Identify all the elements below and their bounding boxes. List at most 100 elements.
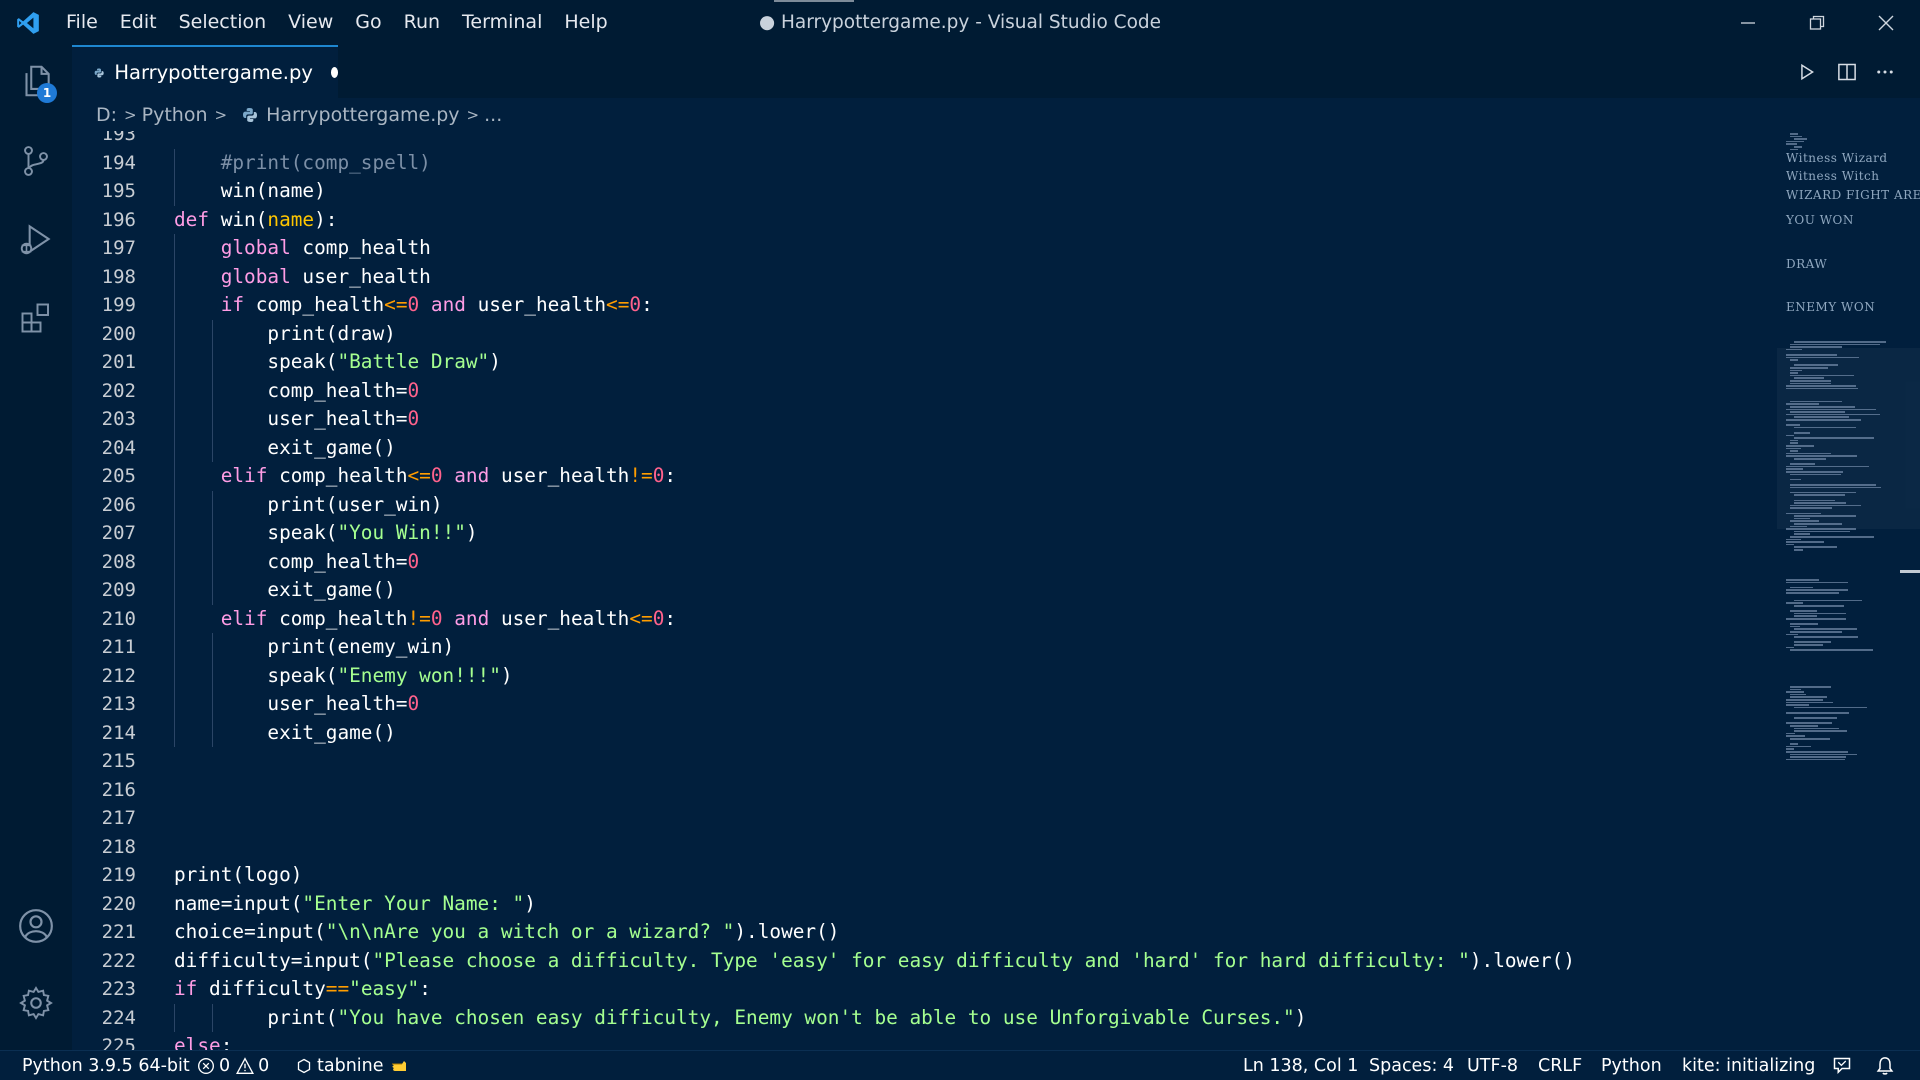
- play-icon: [1801, 63, 1814, 80]
- encoding[interactable]: UTF-8: [1467, 1051, 1518, 1080]
- breadcrumb-folder[interactable]: Python: [142, 104, 208, 126]
- notifications-button[interactable]: [1875, 1051, 1895, 1080]
- code-text: if difficulty=="easy":: [174, 977, 431, 1000]
- minimap-row: [1786, 455, 1857, 457]
- code-line[interactable]: 204 exit_game(): [72, 433, 1777, 462]
- kite-status[interactable]: kite: initializing: [1682, 1051, 1815, 1080]
- menu-terminal[interactable]: Terminal: [451, 0, 553, 45]
- code-line[interactable]: 215: [72, 747, 1777, 776]
- menu-selection[interactable]: Selection: [168, 0, 278, 45]
- code-line[interactable]: 210 elif comp_health!=0 and user_health<…: [72, 604, 1777, 633]
- menu-go[interactable]: Go: [344, 0, 392, 45]
- unsaved-dot-icon[interactable]: [330, 67, 338, 78]
- more-actions-button[interactable]: [1865, 45, 1905, 98]
- minimap-row: [1794, 599, 1862, 602]
- manage-button[interactable]: [0, 967, 72, 1039]
- scrollbar-thumb[interactable]: [1900, 570, 1920, 573]
- minimap-row: [1794, 549, 1803, 551]
- code-line[interactable]: 224 print("You have chosen easy difficul…: [72, 1003, 1777, 1032]
- code-line[interactable]: 207 speak("You Win!!"): [72, 519, 1777, 548]
- line-number: 204: [101, 436, 136, 459]
- code-line[interactable]: 205 elif comp_health<=0 and user_health!…: [72, 462, 1777, 491]
- breadcrumb-file[interactable]: Harrypottergame.py: [266, 104, 459, 126]
- explorer-button[interactable]: 1: [0, 45, 72, 117]
- code-line[interactable]: 198 global user_health: [72, 262, 1777, 291]
- minimap-row: [1786, 735, 1805, 737]
- code-line[interactable]: 193: [72, 131, 1777, 149]
- minimap-row: [1790, 380, 1831, 382]
- code-line[interactable]: 217: [72, 804, 1777, 833]
- explorer-badge: 1: [37, 83, 57, 103]
- breadcrumb-symbols[interactable]: ...: [484, 104, 502, 126]
- end-of-line[interactable]: CRLF: [1538, 1051, 1582, 1080]
- code-line[interactable]: 206 print(user_win): [72, 490, 1777, 519]
- menu-help[interactable]: Help: [553, 0, 618, 45]
- tabnine-status[interactable]: tabnine: [296, 1051, 413, 1080]
- indentation[interactable]: Spaces: 4: [1369, 1051, 1454, 1080]
- source-control-button[interactable]: [0, 125, 72, 197]
- code-line[interactable]: 220 name=input("Enter Your Name: "): [72, 890, 1777, 919]
- minimap-row: [1794, 426, 1856, 429]
- code-line[interactable]: 222 difficulty=input("Please choose a dif…: [72, 947, 1777, 976]
- code-line[interactable]: 223 if difficulty=="easy":: [72, 975, 1777, 1004]
- code-line[interactable]: 197 global comp_health: [72, 234, 1777, 263]
- code-line[interactable]: 202 comp_health=0: [72, 376, 1777, 405]
- code-line[interactable]: 218: [72, 833, 1777, 862]
- minimap-row: [1794, 727, 1839, 730]
- run-debug-button[interactable]: [0, 203, 72, 275]
- menu-view[interactable]: View: [277, 0, 344, 45]
- split-editor-button[interactable]: [1827, 45, 1867, 98]
- code-line[interactable]: 225 else:: [72, 1032, 1777, 1050]
- code-line[interactable]: 214 exit_game(): [72, 718, 1777, 747]
- code-line[interactable]: 200 print(draw): [72, 319, 1777, 348]
- code-line[interactable]: 209 exit_game(): [72, 576, 1777, 605]
- run-python-file-button[interactable]: [1787, 45, 1827, 98]
- code-line[interactable]: 194 #print(comp_spell): [72, 148, 1777, 177]
- minimap-row: [1790, 693, 1806, 696]
- tab-harrypottergame[interactable]: Harrypottergame.py: [72, 45, 338, 98]
- minimap-row: [1790, 491, 1856, 494]
- code-line[interactable]: 203 user_health=0: [72, 405, 1777, 434]
- menu-edit[interactable]: Edit: [109, 0, 168, 45]
- line-number: 208: [101, 550, 136, 573]
- minimap-row: [1786, 722, 1832, 724]
- code-line[interactable]: 195 win(name): [72, 177, 1777, 206]
- code-editor[interactable]: 193 194 #print(comp_spell) 195 win(name) 19…: [72, 131, 1777, 1050]
- extensions-button[interactable]: [0, 282, 72, 354]
- code-line[interactable]: 221 choice=input("\n\nAre you a witch or …: [72, 918, 1777, 947]
- restore-button[interactable]: [1782, 0, 1851, 45]
- code-line[interactable]: 213 user_health=0: [72, 690, 1777, 719]
- close-button[interactable]: [1851, 0, 1920, 45]
- code-line[interactable]: 216: [72, 776, 1777, 805]
- minimize-button[interactable]: [1713, 0, 1782, 45]
- minimap-row: [1786, 646, 1794, 649]
- feedback-button[interactable]: [1832, 1051, 1852, 1080]
- code-line[interactable]: 212 speak("Enemy won!!!"): [72, 661, 1777, 690]
- language-mode[interactable]: Python: [1601, 1051, 1662, 1080]
- minimap-row: [1786, 387, 1858, 390]
- breadcrumb: D: > Python > Harrypottergame.py > ...: [72, 98, 1920, 131]
- problems-indicator[interactable]: 0 0: [197, 1051, 269, 1080]
- python-interpreter[interactable]: Python 3.9.5 64-bit: [22, 1051, 190, 1080]
- code-line[interactable]: 196 def win(name):: [72, 206, 1777, 235]
- menu-file[interactable]: File: [55, 0, 109, 45]
- pointing-hand-icon: [391, 1061, 406, 1071]
- breadcrumb-drive[interactable]: D:: [96, 104, 117, 126]
- code-line[interactable]: 211 print(enemy_win): [72, 633, 1777, 662]
- accounts-button[interactable]: [0, 890, 72, 962]
- code-text: print(user_win): [174, 492, 443, 516]
- minimap-row: [1786, 758, 1845, 761]
- menu-run[interactable]: Run: [393, 0, 451, 45]
- line-number: 220: [101, 892, 136, 915]
- minimap-row: [1790, 133, 1798, 135]
- minimap-row: [1786, 748, 1794, 750]
- code-text: speak("Battle Draw"): [174, 350, 501, 373]
- minimap-row: [1790, 343, 1880, 346]
- code-line[interactable]: 201 speak("Battle Draw"): [72, 348, 1777, 377]
- code-line[interactable]: 199 if comp_health<=0 and user_health<=0…: [72, 291, 1777, 320]
- code-text: comp_health=0: [174, 378, 420, 402]
- code-line[interactable]: 208 comp_health=0: [72, 547, 1777, 576]
- code-line[interactable]: 219 print(logo): [72, 861, 1777, 890]
- cursor-position[interactable]: Ln 138, Col 1: [1243, 1051, 1358, 1080]
- minimap[interactable]: Witness Wizard Witness Witch WIZARD FIGH…: [1777, 131, 1920, 1050]
